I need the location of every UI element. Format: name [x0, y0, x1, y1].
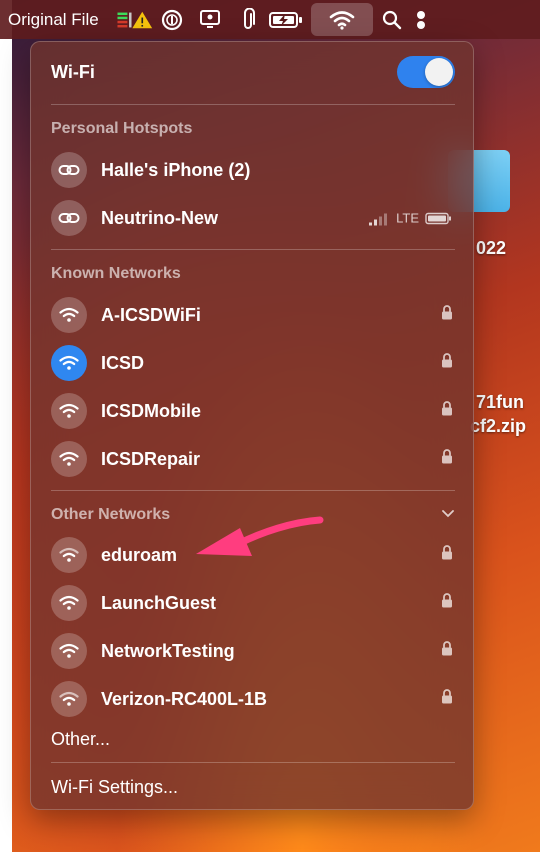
section-label: Other Networks [51, 506, 171, 523]
wifi-icon [51, 297, 87, 333]
wifi-connected-icon [51, 345, 87, 381]
screen-sharing-icon[interactable] [191, 0, 229, 39]
wifi-settings-label: Wi-Fi Settings... [51, 776, 179, 797]
onepassword-icon[interactable] [153, 0, 191, 39]
wifi-menu-title: Wi-Fi [51, 61, 95, 82]
personal-hotspots-header: Personal Hotspots [31, 116, 475, 142]
lock-icon [441, 689, 453, 710]
hotspot-name: Halle's iPhone (2) [101, 159, 251, 180]
cellular-signal-icon [369, 213, 388, 225]
network-type-label: LTE [396, 210, 419, 226]
wifi-icon [51, 633, 87, 669]
other-network-item[interactable]: Verizon-RC400L-1B [31, 676, 475, 722]
lock-icon [441, 401, 453, 422]
wifi-settings-item[interactable]: Wi-Fi Settings... [31, 770, 475, 804]
section-label: Personal Hotspots [51, 120, 193, 137]
menu-bar: Original File [0, 0, 540, 39]
wifi-icon [51, 585, 87, 621]
network-name: eduroam [101, 544, 178, 565]
desktop-item-label: 71fun [476, 392, 525, 412]
network-name: ICSDRepair [101, 448, 201, 469]
network-name: ICSD [101, 352, 145, 373]
other-network-option[interactable]: Other... [31, 722, 475, 756]
wifi-icon [51, 537, 87, 573]
desktop-item-label: 022 [476, 238, 507, 258]
desktop-item-label: cf2.zip [470, 416, 527, 436]
control-center-icon[interactable] [411, 0, 431, 39]
known-network-item[interactable]: A-ICSDWiFi [31, 292, 475, 338]
lock-icon [441, 449, 453, 470]
battery-charging-icon[interactable] [267, 0, 305, 39]
network-name: Verizon-RC400L-1B [101, 688, 268, 709]
wifi-icon [51, 393, 87, 429]
battery-level-warning-icon[interactable] [115, 0, 153, 39]
annotation-arrow-icon [196, 516, 324, 556]
toggle-knob [425, 58, 453, 86]
hotspot-link-icon [51, 152, 87, 188]
lock-icon [441, 353, 453, 374]
divider [51, 762, 455, 763]
known-network-item[interactable]: ICSDMobile [31, 388, 475, 434]
wifi-icon [51, 681, 87, 717]
network-name: LaunchGuest [101, 592, 217, 613]
network-name: ICSDMobile [101, 400, 202, 421]
hotspot-item[interactable]: Neutrino-New LTE [31, 195, 475, 241]
known-network-item[interactable]: ICSDRepair [31, 436, 475, 482]
wifi-header: Wi-Fi [31, 42, 475, 102]
wifi-icon[interactable] [310, 3, 373, 36]
section-label: Known Networks [51, 265, 181, 282]
other-network-item[interactable]: NetworkTesting [31, 628, 475, 674]
network-name: A-ICSDWiFi [101, 304, 201, 325]
network-name: NetworkTesting [101, 640, 235, 661]
divider [51, 249, 455, 250]
paperclip-icon[interactable] [229, 0, 267, 39]
lock-icon [441, 545, 453, 566]
hotspot-status: LTE [368, 211, 453, 226]
search-icon[interactable] [373, 0, 411, 39]
hotspot-name: Neutrino-New [101, 207, 218, 228]
chevron-down-icon[interactable] [441, 506, 455, 524]
known-network-item[interactable]: ICSD [31, 340, 475, 386]
hotspot-item[interactable]: Halle's iPhone (2) [31, 147, 475, 193]
divider [51, 104, 455, 105]
lock-icon [441, 641, 453, 662]
lock-icon [441, 593, 453, 614]
other-network-item[interactable]: LaunchGuest [31, 580, 475, 626]
divider [51, 490, 455, 491]
battery-icon [425, 212, 451, 224]
app-title[interactable]: Original File [8, 10, 99, 30]
wifi-icon [51, 441, 87, 477]
wifi-menu: Wi-Fi Personal Hotspots Halle's iPhone (… [30, 41, 474, 810]
wifi-toggle[interactable] [397, 56, 455, 88]
lock-icon [441, 305, 453, 326]
known-networks-header: Known Networks [31, 261, 475, 287]
hotspot-link-icon [51, 200, 87, 236]
other-network-label: Other... [51, 728, 111, 749]
